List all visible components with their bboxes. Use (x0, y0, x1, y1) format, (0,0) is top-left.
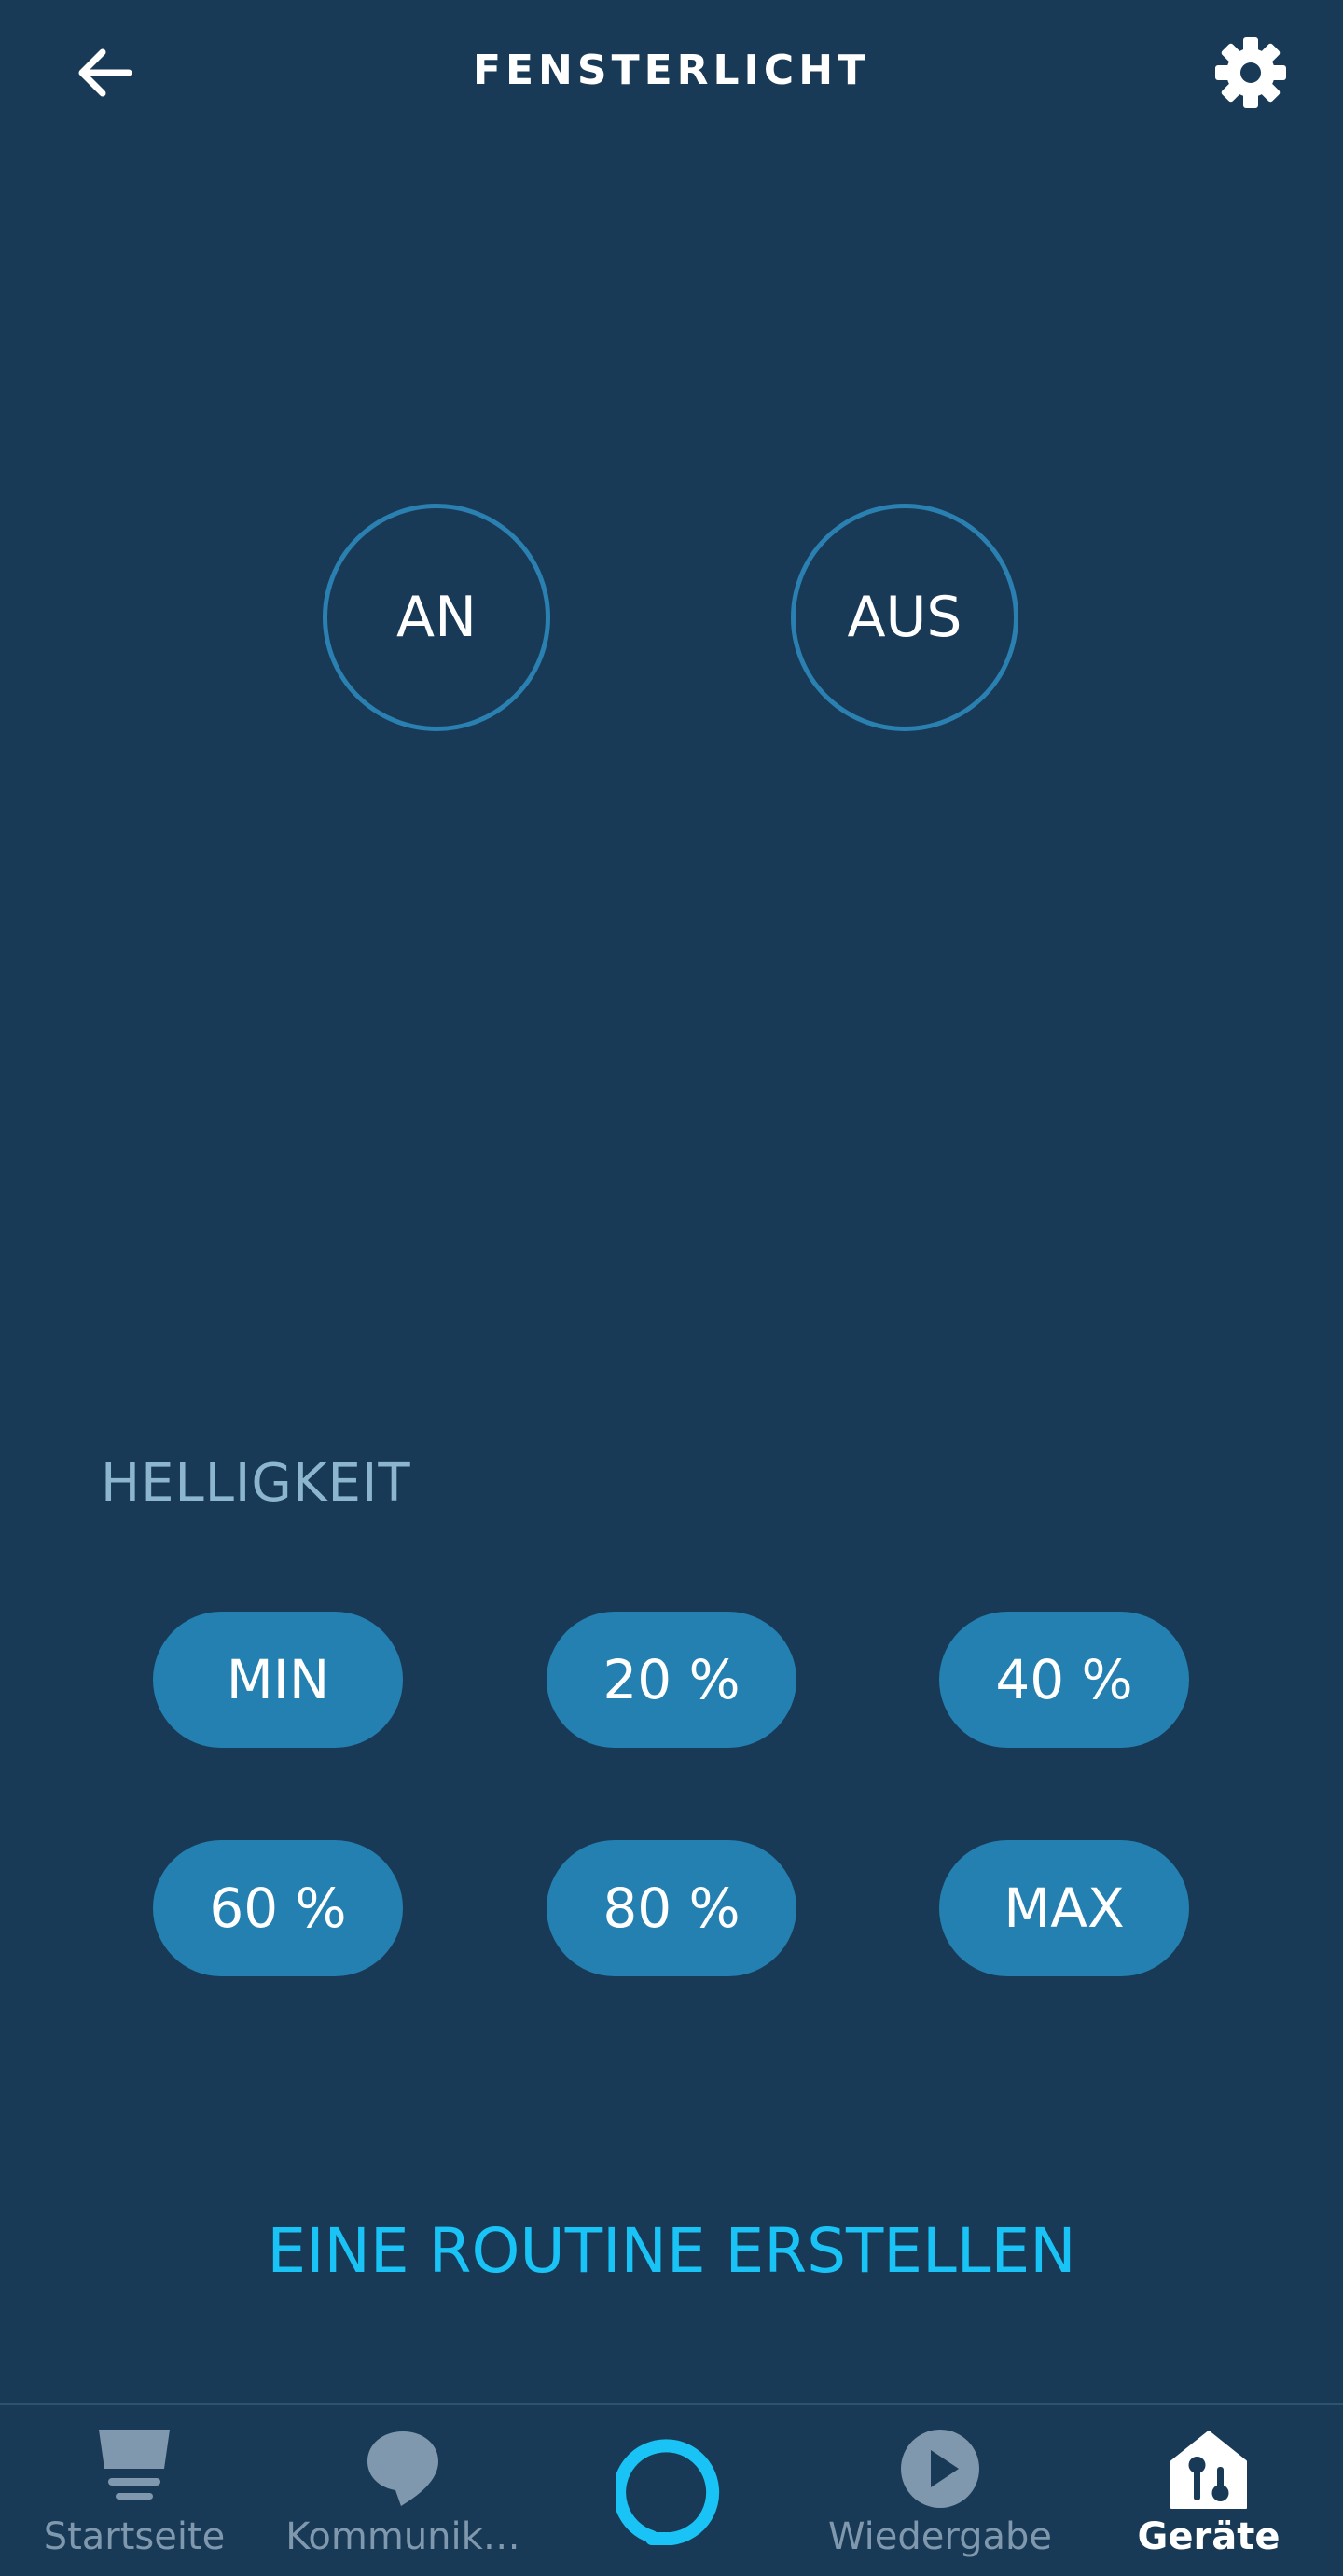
play-icon (901, 2430, 979, 2508)
brightness-section-label: HELLIGKEIT (101, 1453, 411, 1514)
devices-house-icon (1170, 2431, 1247, 2509)
settings-button[interactable] (1203, 32, 1298, 114)
home-feed-icon (99, 2430, 170, 2500)
brightness-60-button[interactable]: 60 % (153, 1840, 403, 1976)
nav-item-startseite[interactable]: Startseite (0, 2405, 269, 2576)
nav-item-kommunikation[interactable]: Kommunik… (269, 2405, 537, 2576)
nav-item-wiedergabe[interactable]: Wiedergabe (806, 2405, 1074, 2576)
page-title: FENSTERLICHT (472, 47, 871, 94)
create-routine-link[interactable]: EINE ROUTINE ERSTELLEN (0, 2215, 1343, 2287)
gear-icon (1215, 37, 1286, 108)
bottom-navigation: Startseite Kommunik… Wiedergabe Geräte (0, 2403, 1343, 2573)
brightness-80-button[interactable]: 80 % (547, 1840, 796, 1976)
alexa-ring-icon (616, 2439, 720, 2545)
nav-item-geraete[interactable]: Geräte (1074, 2405, 1343, 2576)
nav-label-kommunikation: Kommunik… (285, 2515, 520, 2558)
nav-label-startseite: Startseite (43, 2515, 226, 2558)
brightness-min-button[interactable]: MIN (153, 1612, 403, 1748)
brightness-max-button[interactable]: MAX (939, 1840, 1189, 1976)
brightness-40-button[interactable]: 40 % (939, 1612, 1189, 1748)
chat-bubble-icon (367, 2431, 438, 2506)
nav-label-geraete: Geräte (1137, 2515, 1281, 2558)
header-bar: FENSTERLICHT (0, 0, 1343, 145)
nav-item-alexa[interactable] (537, 2405, 806, 2576)
power-off-button[interactable]: AUS (791, 504, 1018, 731)
nav-label-wiedergabe: Wiedergabe (827, 2515, 1053, 2558)
brightness-20-button[interactable]: 20 % (547, 1612, 796, 1748)
power-on-button[interactable]: AN (323, 504, 550, 731)
